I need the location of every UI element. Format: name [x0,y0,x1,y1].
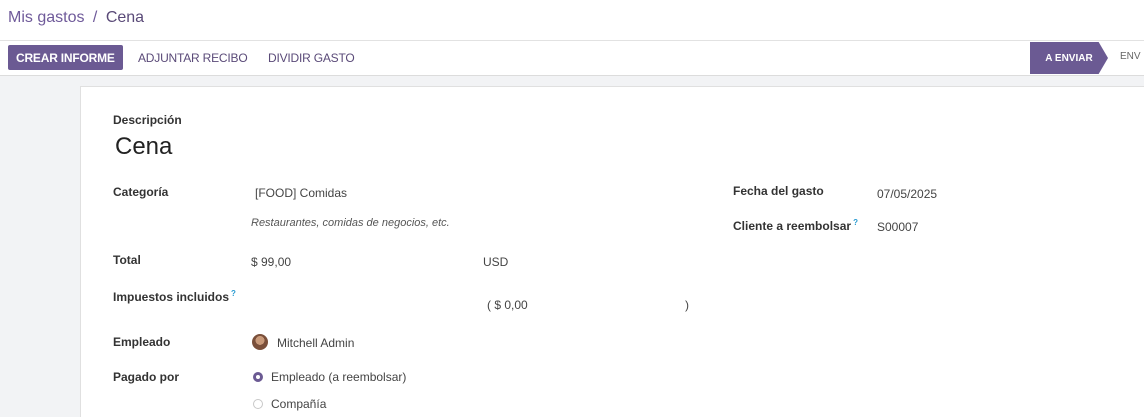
top-bar: Mis gastos / Cena [0,0,1144,41]
taxes-label-text: Impuestos incluidos [113,290,230,304]
status-next[interactable]: ENV [1120,51,1141,62]
action-bar: CREAR INFORME ADJUNTAR RECIBO DIVIDIR GA… [0,41,1144,76]
split-expense-button[interactable]: DIVIDIR GASTO [268,45,355,70]
expense-form-sheet: Descripción Cena Categoría [FOOD] Comida… [80,86,1144,417]
taxes-label: Impuestos incluidos? [113,289,236,304]
employee-field[interactable]: Mitchell Admin [277,336,354,350]
category-label: Categoría [113,185,169,199]
status-to-submit[interactable]: A ENVIAR [1030,42,1108,74]
create-report-button[interactable]: CREAR INFORME [8,45,123,70]
breadcrumb-parent-link[interactable]: Mis gastos [8,9,84,26]
paid-by-company-label[interactable]: Compañía [271,397,326,411]
expense-date-field[interactable]: 07/05/2025 [877,187,937,201]
taxes-close-paren: ) [685,298,689,312]
description-label: Descripción [113,113,182,127]
category-field[interactable]: [FOOD] Comidas [255,186,347,200]
description-field[interactable]: Cena [115,133,172,161]
breadcrumb-separator: / [92,9,98,26]
taxes-help-icon[interactable]: ? [231,289,236,298]
total-field[interactable]: $ 99,00 [251,255,291,269]
customer-label-text: Cliente a reembolsar [733,219,852,233]
total-label: Total [113,253,141,267]
status-bar: A ENVIAR ENV [1030,41,1144,75]
breadcrumb-current: Cena [105,9,145,26]
paid-by-label: Pagado por [113,370,180,384]
customer-field[interactable]: S00007 [877,220,918,234]
taxes-field[interactable]: ( $ 0,00 [487,298,528,312]
category-hint: Restaurantes, comidas de negocios, etc. [251,217,450,229]
customer-label: Cliente a reembolsar? [733,218,858,233]
paid-by-company-radio[interactable] [253,399,263,409]
customer-help-icon[interactable]: ? [853,218,858,227]
employee-avatar [252,334,268,350]
expense-date-label: Fecha del gasto [733,184,824,198]
attach-receipt-button[interactable]: ADJUNTAR RECIBO [138,45,248,70]
employee-label: Empleado [113,335,171,349]
paid-by-employee-label[interactable]: Empleado (a reembolsar) [271,370,406,384]
currency-field[interactable]: USD [483,255,508,269]
paid-by-employee-radio[interactable] [253,372,263,382]
breadcrumb: Mis gastos / Cena [8,9,144,27]
